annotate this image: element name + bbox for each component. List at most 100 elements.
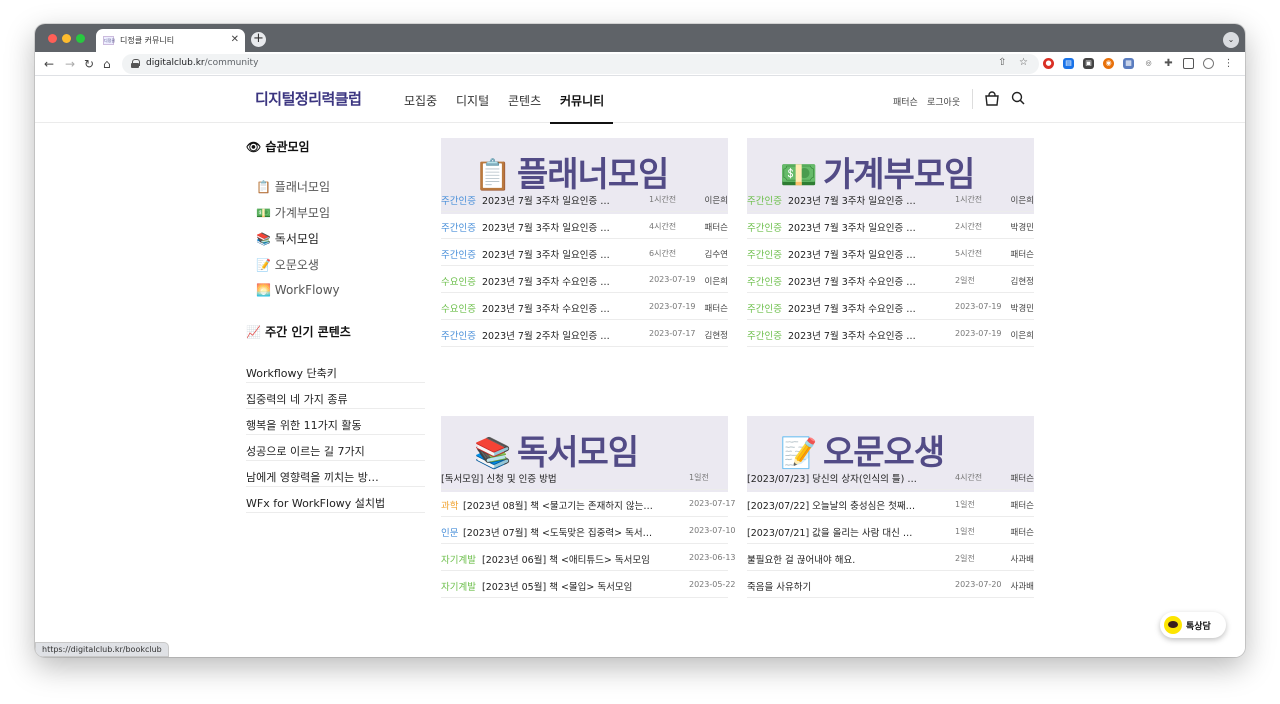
favicon-icon: 디정클 [103,36,116,45]
camera-icon[interactable]: ◎ [1143,58,1154,69]
post-title: [독서모임] 신청 및 인증 방법 [441,474,557,485]
post-row[interactable]: 주간인증 2023년 7월 3주차 일요인증 … 4시간전 패터슨 [441,212,728,239]
forward-icon[interactable]: → [65,55,75,73]
bookmark-star-icon[interactable]: ☆ [1019,57,1028,68]
search-icon[interactable] [1011,91,1025,105]
nav-content[interactable]: 콘텐츠 [508,92,541,109]
reload-icon[interactable]: ↻ [84,55,94,73]
nav-recruiting[interactable]: 모집중 [404,92,437,109]
post-row[interactable]: 인문 [2023년 07월] 책 <도둑맞은 집중력> 독서… 2023-07-10 [441,517,736,544]
post-row[interactable]: 주간인증 2023년 7월 3주차 수요인증 … 2023-07-19 박경민 [747,293,1034,320]
post-title: 2023년 7월 3주차 수요인증 … [482,277,610,288]
extension-icon[interactable]: ● [1043,58,1054,69]
browser-tab[interactable]: 디정클 디정클 커뮤니티 ✕ [96,29,245,52]
menu-kebab-icon[interactable]: ⋮ [1223,58,1234,69]
post-row[interactable]: [독서모임] 신청 및 인증 방법 1일전 [441,463,728,490]
user-link[interactable]: 패터슨 [893,95,918,108]
post-author: 이은희 [1010,196,1034,206]
post-row[interactable]: 주간인증 2023년 7월 3주차 일요인증 … 6시간전 김수연 [441,239,728,266]
sidebar-item-bookclub[interactable]: 📚 독서모임 [256,230,319,247]
sidebar-item-planner[interactable]: 📋 플래너모임 [256,178,330,195]
cart-icon[interactable] [985,91,999,106]
post-category: 주간인증 [747,196,782,207]
extension-icon[interactable]: ▣ [1083,58,1094,69]
post-row[interactable]: 주간인증 2023년 7월 3주차 수요인증 … 2일전 김현정 [747,266,1034,293]
nav-digital[interactable]: 디지털 [456,92,489,109]
home-icon[interactable]: ⌂ [103,55,111,73]
header-divider [972,89,973,109]
close-tab-icon[interactable]: ✕ [231,34,239,45]
post-row[interactable]: 주간인증 2023년 7월 3주차 수요인증 … 2023-07-19 이은희 [747,320,1034,347]
post-row[interactable]: 주간인증 2023년 7월 3주차 일요인증 … 2시간전 박경민 [747,212,1034,239]
post-title: [2023년 05월] 책 <몰입> 독서모임 [482,582,633,593]
post-time: 2023-07-20 [955,580,1002,589]
extension-icon[interactable]: ◉ [1103,58,1114,69]
back-icon[interactable]: ← [44,55,54,73]
post-row[interactable]: [2023/07/23] 당신의 상자(인식의 틀) … 4시간전 패터슨 [747,463,1034,490]
minimize-window-icon[interactable] [62,34,71,43]
sidebar-item-budget[interactable]: 💵 가계부모임 [256,204,330,221]
popular-item[interactable]: WFx for WorkFlowy 설치법 [246,487,425,513]
profile-icon[interactable] [1203,58,1214,69]
post-author: 패터슨 [1010,250,1034,260]
logout-link[interactable]: 로그아웃 [927,95,960,108]
post-title: 2023년 7월 3주차 수요인증 … [788,277,916,288]
tab-search-icon[interactable]: ⌄ [1223,32,1239,48]
post-row[interactable]: [2023/07/22] 오늘날의 충성심은 첫째… 1일전 패터슨 [747,490,1034,517]
books-icon: 📚 [256,232,271,246]
address-bar[interactable]: digitalclub.kr/community ⇧ ☆ [122,54,1039,74]
share-icon[interactable]: ⇧ [998,57,1006,68]
side-panel-icon[interactable] [1183,58,1194,69]
extensions-puzzle-icon[interactable]: ✚ [1163,58,1174,69]
post-author: 김수연 [704,250,728,260]
post-title: [2023/07/21] 값을 올리는 사람 대신 … [747,528,913,539]
post-row[interactable]: 불필요한 걸 끊어내야 해요. 2일전 사과배 [747,544,1034,571]
post-row[interactable]: 수요인증 2023년 7월 3주차 수요인증 … 2023-07-19 패터슨 [441,293,728,320]
post-category: 인문 [441,528,459,539]
kakao-talk-icon [1164,616,1182,634]
post-row[interactable]: 과학 [2023년 08월] 책 <물고기는 존재하지 않는… 2023-07-17 [441,490,736,517]
site-logo[interactable]: 디지털정리력클럽 [255,88,362,109]
post-time: 1시간전 [649,195,677,204]
post-title: [2023년 07월] 책 <도둑맞은 집중력> 독서… [463,528,653,539]
post-time: 1시간전 [955,195,983,204]
post-time: 2023-07-10 [689,526,736,535]
post-time: 4시간전 [955,473,983,482]
post-category: 주간인증 [441,196,476,207]
close-window-icon[interactable] [48,34,57,43]
popular-item[interactable]: 행복을 위한 11가지 활동 [246,409,425,435]
post-row[interactable]: 주간인증 2023년 7월 3주차 일요인증 … 5시간전 패터슨 [747,239,1034,266]
post-row[interactable]: 자기계발 [2023년 05월] 책 <몰입> 독서모임 2023-05-22 [441,571,736,598]
post-row[interactable]: 주간인증 2023년 7월 2주차 일요인증 … 2023-07-17 김현정 [441,320,728,347]
sidebar-item-workflowy[interactable]: 🌅 WorkFlowy [256,283,340,297]
post-row[interactable]: 자기계발 [2023년 06월] 책 <애티튜드> 독서모임 2023-06-13 [441,544,736,571]
post-author: 이은희 [704,196,728,206]
popular-title: 📈 주간 인기 콘텐츠 [246,325,351,339]
post-author: 박경민 [1010,223,1034,233]
new-tab-icon[interactable]: + [251,32,266,47]
popular-item[interactable]: 집중력의 네 가지 종류 [246,383,425,409]
post-row[interactable]: [2023/07/21] 값을 올리는 사람 대신 … 1일전 패터슨 [747,517,1034,544]
post-title: 2023년 7월 2주차 일요인증 … [482,331,610,342]
nav-community[interactable]: 커뮤니티 [560,92,604,109]
post-author: 패터슨 [704,223,728,233]
popular-item[interactable]: 남에게 영향력을 끼치는 방… [246,461,425,487]
post-row[interactable]: 주간인증 2023년 7월 3주차 일요인증 … 1시간전 이은희 [747,185,1034,212]
sidebar-item-writing[interactable]: 📝 오문오생 [256,256,319,273]
extension-icon[interactable]: ▤ [1063,58,1074,69]
habit-group-title: 👁 습관모임 [246,140,310,154]
post-author: 김현정 [1010,277,1034,287]
post-time: 1일전 [955,500,975,509]
extension-icon[interactable]: ▦ [1123,58,1134,69]
post-row[interactable]: 수요인증 2023년 7월 3주차 수요인증 … 2023-07-19 이은희 [441,266,728,293]
kakao-chat-button[interactable]: 톡상담 [1160,612,1226,638]
post-time: 2일전 [955,554,975,563]
post-category: 주간인증 [441,223,476,234]
post-category: 주간인증 [441,331,476,342]
popular-item[interactable]: 성공으로 이르는 길 7가지 [246,435,425,461]
post-row[interactable]: 주간인증 2023년 7월 3주차 일요인증 … 1시간전 이은희 [441,185,728,212]
post-row[interactable]: 죽음을 사유하기 2023-07-20 사과배 [747,571,1034,598]
popular-item[interactable]: Workflowy 단축키 [246,357,425,383]
post-title: 2023년 7월 3주차 수요인증 … [788,331,916,342]
maximize-window-icon[interactable] [76,34,85,43]
